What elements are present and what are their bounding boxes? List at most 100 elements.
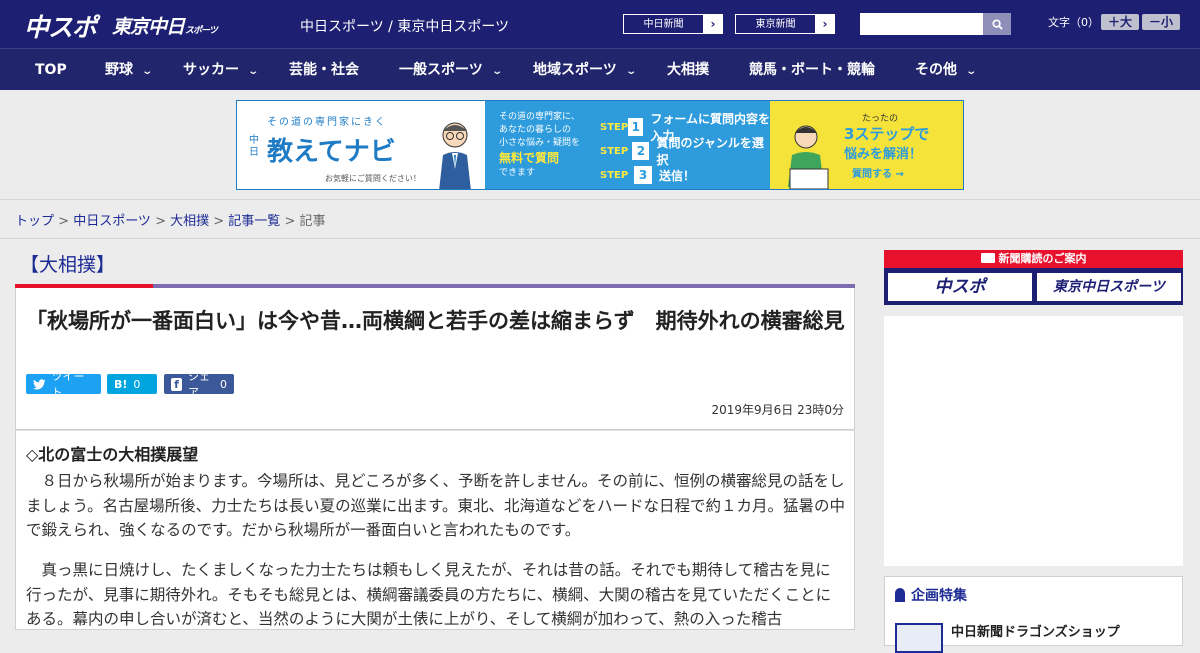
ad-right-mid: 悩みを解消！ bbox=[844, 147, 923, 162]
ad-brand-panel: その道の専門家にきく 中日 教えてナビ お気軽にご質問ください！ bbox=[237, 101, 485, 189]
facebook-share-button[interactable]: f シェア 0 bbox=[164, 370, 234, 399]
ad-brand: 教えてナビ bbox=[267, 137, 396, 167]
special-features-panel: 企画特集 中日新聞ドラゴンズショップ bbox=[884, 576, 1183, 653]
article-paragraph: ８日から秋場所が始まります。今場所は、見どころが多く、予断を許しません。その前に… bbox=[26, 472, 846, 539]
chevron-down-icon: ⌄ bbox=[965, 66, 978, 77]
breadcrumb-separator: > bbox=[54, 214, 74, 229]
article-body: ◇北の富士の大相撲展望 ８日から秋場所が始まります。今場所は、見どころが多く、予… bbox=[15, 430, 855, 630]
breadcrumb-separator: > bbox=[150, 214, 171, 229]
article-header: 「秋場所が一番面白い」は今や昔…両横綱と若手の差は縮まらず 期待外れの横審総見 … bbox=[15, 288, 855, 430]
nav-label: TOP bbox=[35, 62, 67, 78]
chevron-down-icon: ⌄ bbox=[141, 66, 154, 77]
chevron-right-icon: › bbox=[815, 14, 835, 34]
article-subhead: ◇北の富士の大相撲展望 bbox=[26, 445, 199, 464]
feature-item-link[interactable]: 中日新聞ドラゴンズショップ bbox=[951, 621, 1120, 640]
hatena-count: 0 bbox=[133, 377, 141, 391]
special-features-title: 企画特集 bbox=[895, 585, 967, 605]
nav-label: サッカー bbox=[183, 62, 239, 78]
step-prefix: STEP bbox=[600, 145, 629, 157]
step-text: 質問のジャンルを選択 bbox=[656, 136, 764, 167]
font-size-label: 文字（0） bbox=[1048, 16, 1099, 29]
nav-item-regional-sports[interactable]: 地域スポーツ ⌄ bbox=[533, 49, 637, 91]
chevron-right-icon: › bbox=[703, 14, 723, 34]
ad-description: その道の専門家に、 あなたの暮らしの 小さな悩み・疑問を 無料で質問 できます bbox=[485, 101, 600, 189]
site-header: 中スポ 東京中日スポーツ 中日スポーツ / 東京中日スポーツ 中日新聞 › 東京… bbox=[0, 0, 1200, 48]
breadcrumb: トップ > 中日スポーツ > 大相撲 > 記事一覧 > 記事 bbox=[15, 210, 326, 229]
ad-mid-line: その道の専門家に、 bbox=[499, 112, 580, 122]
person-with-laptop-illustration bbox=[788, 125, 829, 189]
step-number: 3 bbox=[634, 166, 652, 184]
article-paragraph: 真っ黒に日焼けし、たくましくなった力士たちは頼もしく見えたが、それは昔の話。それ… bbox=[26, 561, 832, 628]
publish-date: 2019年9月6日 23時0分 bbox=[711, 403, 844, 417]
subscription-guide: 新聞購読のご案内 中スポ 東京中日スポーツ bbox=[884, 250, 1183, 305]
nav-label: 競馬・ボート・競輪 bbox=[749, 62, 875, 78]
sidebar-ad-slot bbox=[884, 316, 1183, 566]
hatena-bookmark-icon: B! bbox=[114, 377, 128, 391]
chunichi-shimbun-label: 中日新聞 bbox=[623, 14, 703, 34]
subscription-guide-title: 新聞購読のご案内 bbox=[884, 250, 1183, 268]
hatena-bookmark-button[interactable]: B! 0 bbox=[107, 374, 157, 394]
nav-label: 芸能・社会 bbox=[289, 62, 359, 78]
font-smaller-button[interactable]: －小 bbox=[1142, 14, 1180, 30]
tokyo-shimbun-label: 東京新聞 bbox=[735, 14, 815, 34]
step-number: 1 bbox=[628, 118, 644, 136]
nav-item-general-sports[interactable]: 一般スポーツ ⌄ bbox=[399, 49, 503, 91]
step-number: 2 bbox=[632, 142, 650, 160]
search-icon bbox=[991, 18, 1003, 30]
chevron-down-icon: ⌄ bbox=[247, 66, 260, 77]
feature-thumbnail[interactable] bbox=[895, 623, 943, 653]
tweet-label: ツイート bbox=[51, 370, 85, 399]
facebook-count: 0 bbox=[220, 377, 227, 391]
tokyo-chunichi-logo[interactable]: 東京中日スポーツ bbox=[112, 12, 218, 39]
tokyo-logo-suffix: スポーツ bbox=[185, 26, 218, 36]
breadcrumb-link-top[interactable]: トップ bbox=[15, 214, 54, 229]
nav-item-soccer[interactable]: サッカー ⌄ bbox=[183, 49, 260, 91]
ad-mid-line: あなたの暮らしの bbox=[499, 125, 572, 135]
ad-right-big: 3ステップで bbox=[844, 125, 930, 143]
ad-step: STEP 2 質問のジャンルを選択 bbox=[600, 136, 770, 167]
step-prefix: STEP bbox=[600, 169, 629, 181]
ad-area: その道の専門家にきく 中日 教えてナビ お気軽にご質問ください！ その道の専門家… bbox=[0, 90, 1200, 200]
nav-item-racing[interactable]: 競馬・ボート・競輪 bbox=[749, 49, 875, 91]
facebook-share-label: シェア bbox=[188, 370, 211, 399]
special-features-label: 企画特集 bbox=[911, 588, 967, 604]
newspaper-icon bbox=[980, 253, 995, 263]
chunichi-shimbun-link[interactable]: 中日新聞 › bbox=[622, 13, 724, 35]
search-input[interactable] bbox=[860, 13, 983, 35]
nav-label: 大相撲 bbox=[667, 62, 709, 78]
nav-item-others[interactable]: その他 ⌄ bbox=[915, 49, 978, 91]
nav-label: 野球 bbox=[105, 62, 133, 78]
tokyo-shimbun-link[interactable]: 東京新聞 › bbox=[734, 13, 836, 35]
ad-mid-tail: できます bbox=[499, 168, 536, 178]
advisor-illustration bbox=[439, 122, 471, 189]
breadcrumb-separator: > bbox=[209, 214, 229, 229]
tokyo-logo-text: 東京中日 bbox=[112, 16, 185, 38]
breadcrumb-link-chunichi-sports[interactable]: 中日スポーツ bbox=[73, 214, 151, 229]
tweet-button[interactable]: ツイート bbox=[26, 370, 101, 399]
breadcrumb-link-sumo[interactable]: 大相撲 bbox=[170, 214, 209, 229]
nav-item-top[interactable]: TOP bbox=[35, 49, 67, 91]
font-larger-button[interactable]: ＋大 bbox=[1101, 14, 1139, 30]
nav-item-baseball[interactable]: 野球 ⌄ bbox=[105, 49, 154, 91]
breadcrumb-link-article-list[interactable]: 記事一覧 bbox=[228, 214, 280, 229]
ad-cta: 質問する → bbox=[852, 169, 904, 180]
oshiete-navi-ad-banner[interactable]: その道の専門家にきく 中日 教えてナビ お気軽にご質問ください！ その道の専門家… bbox=[236, 100, 964, 190]
subscribe-tokyo-chunichi-link[interactable]: 東京中日スポーツ bbox=[1037, 273, 1181, 301]
chuspo-logo[interactable]: 中スポ bbox=[24, 8, 97, 44]
search-button[interactable] bbox=[983, 13, 1011, 35]
twitter-bird-icon bbox=[33, 378, 46, 389]
breadcrumb-current: 記事 bbox=[299, 214, 326, 229]
category-title: 【大相撲】 bbox=[20, 254, 116, 276]
nav-item-entertainment[interactable]: 芸能・社会 bbox=[289, 49, 359, 91]
article-headline: 「秋場所が一番面白い」は今や昔…両横綱と若手の差は縮まらず 期待外れの横審総見 bbox=[26, 309, 845, 333]
subscribe-chuspo-link[interactable]: 中スポ bbox=[888, 273, 1032, 301]
chevron-down-icon: ⌄ bbox=[491, 66, 503, 77]
breadcrumb-separator: > bbox=[280, 214, 300, 229]
nav-label: その他 bbox=[915, 62, 957, 78]
ad-steps: STEP 1 フォームに質問内容を入力 STEP 2 質問のジャンルを選択 STEP 3 送… bbox=[600, 101, 770, 189]
nav-item-sumo[interactable]: 大相撲 bbox=[667, 49, 709, 91]
main-nav: TOP 野球 ⌄ サッカー ⌄ 芸能・社会 一般スポーツ ⌄ 地域スポーツ ⌄ 大相撲 … bbox=[0, 48, 1200, 90]
ad-cta-panel: たったの 3ステップで 悩みを解消！ 質問する → bbox=[770, 101, 963, 189]
subscription-guide-label: 新聞購読のご案内 bbox=[998, 252, 1087, 265]
step-text: 送信！ bbox=[659, 168, 696, 183]
